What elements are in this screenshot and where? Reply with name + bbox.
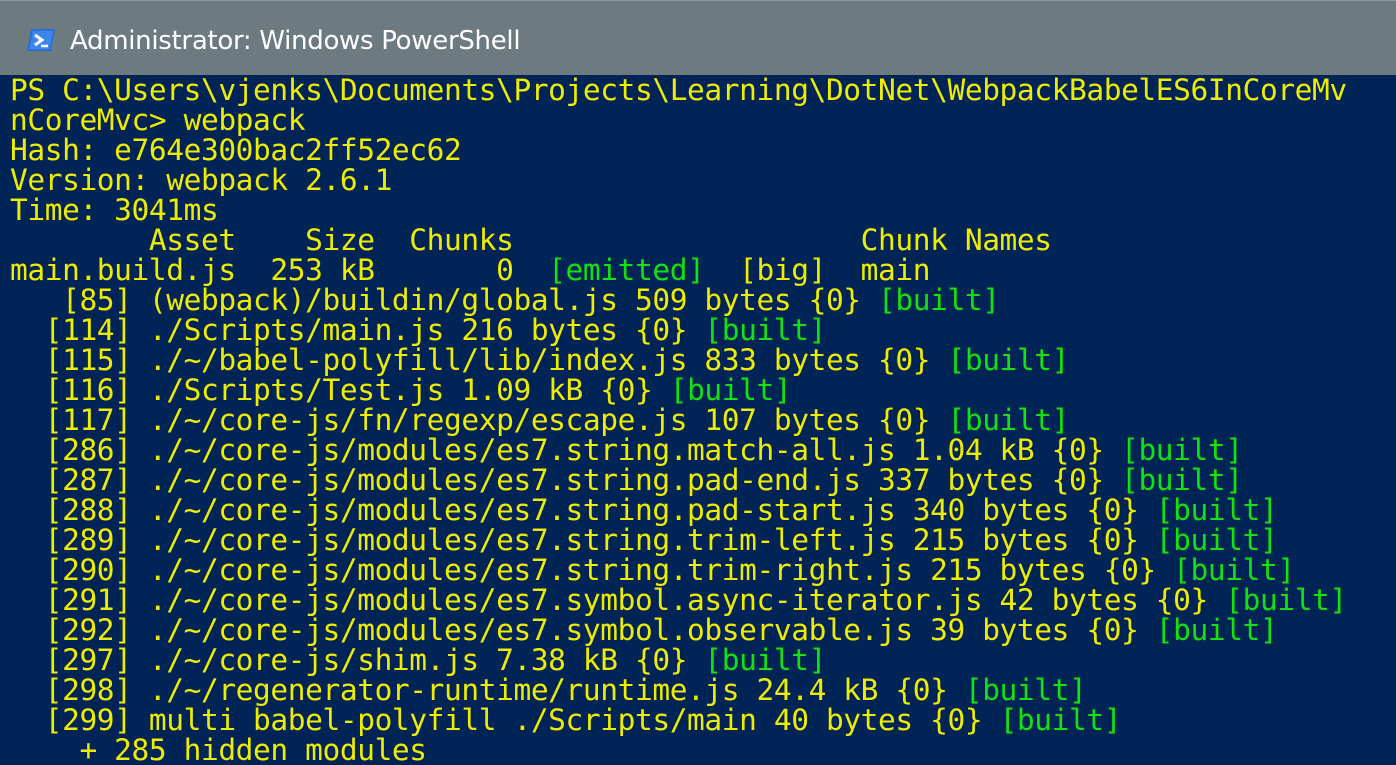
console-status-text: [built] [669,373,792,407]
console-line: [290] ./~/core-js/modules/es7.string.tri… [10,555,1295,585]
console-status-text: [built] [1155,523,1278,557]
console-status-text: [built] [1155,493,1278,527]
console-text: + 285 hidden modules [10,733,427,765]
console-status-text: [emitted] [548,253,705,287]
console-text: Version: webpack 2.6.1 [10,163,392,197]
console-line: Hash: e764e300bac2ff52ec62 [10,133,462,167]
console-text: [85] (webpack)/buildin/global.js 509 byt… [10,283,879,317]
console-line: [115] ./~/babel-polyfill/lib/index.js 83… [10,343,1070,377]
console-text: [117] ./~/core-js/fn/regexp/escape.js 10… [10,403,948,437]
console-text: [287] ./~/core-js/modules/es7.string.pad… [10,463,1122,497]
console-status-text: [built] [704,643,826,677]
console-line: [85] (webpack)/buildin/global.js 509 byt… [10,285,1000,315]
console-text: [114] ./Scripts/main.js 216 bytes {0} [10,313,705,347]
console-text: Asset Size Chunks Chunk Names [10,223,1052,257]
console-text: [286] ./~/core-js/modules/es7.string.mat… [10,433,1122,467]
console-line: [286] ./~/core-js/modules/es7.string.mat… [10,435,1243,465]
console-text: [299] multi babel-polyfill ./Scripts/mai… [10,703,1000,737]
console-line: main.build.js 253 kB 0 [emitted] [big] m… [10,253,931,287]
console-line: Time: 3041ms [10,193,219,227]
console-line: [289] ./~/core-js/modules/es7.string.tri… [10,523,1278,557]
console-text: Hash: e764e300bac2ff52ec62 [10,133,462,167]
console-line: [114] ./Scripts/main.js 216 bytes {0} [b… [10,313,827,347]
window-titlebar[interactable]: Administrator: Windows PowerShell [0,0,1396,75]
powershell-icon [27,29,55,51]
console-status-text: [built] [947,343,1069,377]
console-status-text: [built] [1121,433,1243,467]
console-line: [292] ./~/core-js/modules/es7.symbol.obs… [10,613,1278,647]
console-status-text: [built] [1173,553,1295,587]
console-status-text: [built] [1225,583,1347,617]
console-line: Version: webpack 2.6.1 [10,165,392,195]
console-line: [117] ./~/core-js/fn/regexp/escape.js 10… [10,403,1070,437]
console-text: Time: 3041ms [10,193,219,227]
console-text: main.build.js 253 kB 0 [10,253,549,287]
console-text: [291] ./~/core-js/modules/es7.symbol.asy… [10,583,1226,617]
console-status-text: [built] [1121,463,1243,497]
console-output[interactable]: PS C:\Users\vjenks\Documents\Projects\Le… [0,75,1396,765]
console-line: Asset Size Chunks Chunk Names [10,225,1052,255]
console-line: [299] multi babel-polyfill ./Scripts/mai… [10,703,1122,737]
console-line: [297] ./~/core-js/shim.js 7.38 kB {0} [b… [10,643,827,677]
console-status-text: [built] [1155,613,1278,647]
console-status-text: [built] [999,703,1122,737]
console-line: [291] ./~/core-js/modules/es7.symbol.asy… [10,585,1347,615]
console-text: [298] ./~/regenerator-runtime/runtime.js… [10,673,965,707]
console-status-text: [built] [964,673,1087,707]
console-text: [290] ./~/core-js/modules/es7.string.tri… [10,553,1174,587]
console-text: [115] ./~/babel-polyfill/lib/index.js 83… [10,343,948,377]
console-text: [288] ./~/core-js/modules/es7.string.pad… [10,493,1156,527]
console-line: PS C:\Users\vjenks\Documents\Projects\Le… [10,75,1347,105]
console-line: [288] ./~/core-js/modules/es7.string.pad… [10,493,1278,527]
console-text: [116] ./Scripts/Test.js 1.09 kB {0} [10,373,670,407]
console-status-text: [built] [878,283,1000,317]
console-status-text: [built] [947,403,1069,437]
console-text: [297] ./~/core-js/shim.js 7.38 kB {0} [10,643,705,677]
console-text: [big] main [704,253,931,287]
console-line: + 285 hidden modules [10,735,427,765]
console-text: nCoreMvc> webpack [10,103,306,137]
console-line: [287] ./~/core-js/modules/es7.string.pad… [10,465,1243,495]
console-line: [298] ./~/regenerator-runtime/runtime.js… [10,673,1087,707]
console-line: nCoreMvc> webpack [10,103,306,137]
window-title: Administrator: Windows PowerShell [70,26,521,56]
console-text: [289] ./~/core-js/modules/es7.string.tri… [10,523,1156,557]
console-text: [292] ./~/core-js/modules/es7.symbol.obs… [10,613,1156,647]
console-line: [116] ./Scripts/Test.js 1.09 kB {0} [bui… [10,373,792,407]
console-status-text: [built] [704,313,826,347]
